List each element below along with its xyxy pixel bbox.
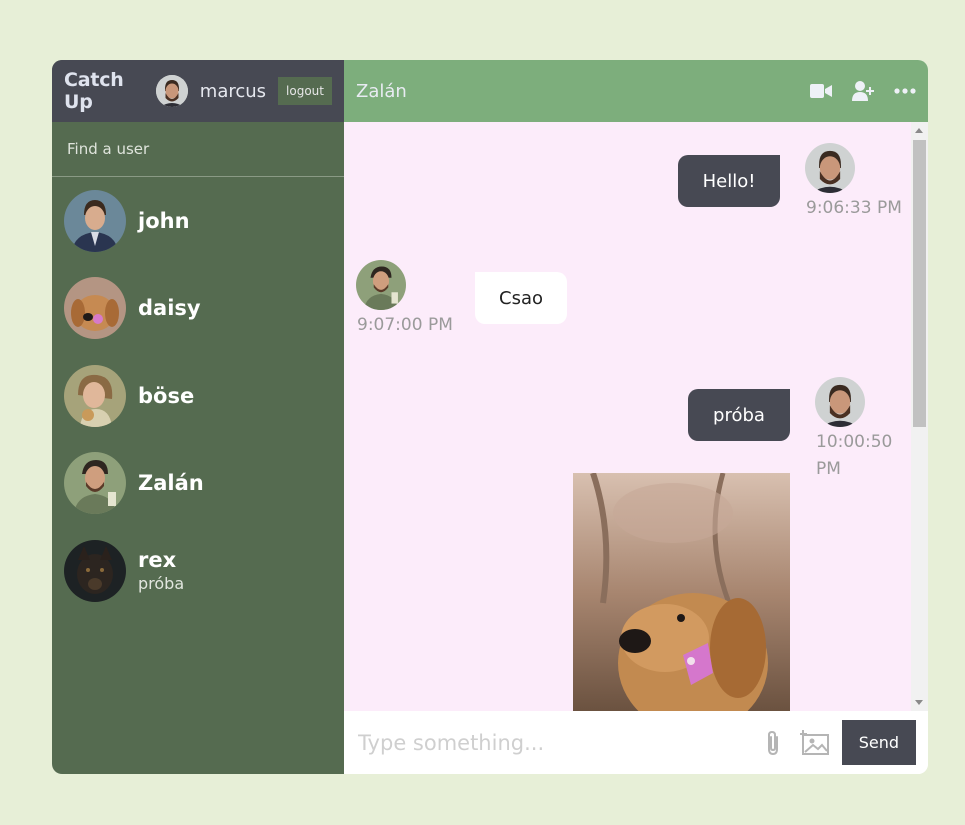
navbar: Catch Up marcus logout xyxy=(52,60,344,122)
message-avatar xyxy=(805,143,855,193)
user-name: daisy xyxy=(138,296,201,321)
user-item-john[interactable]: john xyxy=(52,177,344,265)
message-input[interactable] xyxy=(358,730,764,755)
user-item-daisy[interactable]: daisy xyxy=(52,265,344,353)
user-item-rex[interactable]: rex próba xyxy=(52,527,344,615)
message-image[interactable] xyxy=(573,473,790,711)
message-time: 9:07:00 PM xyxy=(357,315,453,335)
user-search-input[interactable] xyxy=(67,140,329,158)
message-avatar xyxy=(356,260,406,310)
app-logo: Catch Up xyxy=(64,69,124,113)
message-avatar xyxy=(815,377,865,427)
message-time: 10:00:50 PM xyxy=(816,429,892,483)
current-user: marcus logout xyxy=(155,75,332,107)
scroll-down-arrow-icon[interactable] xyxy=(915,700,923,705)
current-user-avatar xyxy=(155,75,188,107)
image-upload-icon[interactable] xyxy=(799,729,830,756)
message-time-line: PM xyxy=(816,459,841,479)
user-name: john xyxy=(138,208,190,233)
message-bubble: Csao xyxy=(475,272,567,324)
message-input-bar: Send xyxy=(344,711,928,774)
message-scrollbar[interactable] xyxy=(911,122,928,711)
user-name: rex xyxy=(138,548,177,573)
sidebar: Catch Up marcus logout Find a user john … xyxy=(52,60,344,774)
user-avatar xyxy=(64,189,126,252)
message-bubble: próba xyxy=(688,389,790,441)
paperclip-icon[interactable] xyxy=(764,729,782,757)
more-icon[interactable] xyxy=(894,88,916,94)
user-name: Zalán xyxy=(138,471,204,496)
user-item-bose[interactable]: böse xyxy=(52,352,344,440)
message-time-line: 10:00:50 xyxy=(816,432,893,452)
user-avatar xyxy=(64,539,126,602)
chat-actions xyxy=(810,81,916,101)
user-avatar xyxy=(64,277,126,340)
chat-app: Catch Up marcus logout Find a user john … xyxy=(52,60,928,774)
logout-button[interactable]: logout xyxy=(278,77,332,105)
user-name: böse xyxy=(138,383,195,408)
user-avatar xyxy=(64,364,126,427)
send-button[interactable]: Send xyxy=(841,720,916,765)
message-bubble: Hello! xyxy=(678,155,780,207)
user-search xyxy=(52,122,344,177)
chat-panel: Zalán Hello! 9:06:33 PM Csao 9:07:00 PM … xyxy=(344,60,928,774)
scroll-thumb[interactable] xyxy=(913,140,926,427)
add-user-icon[interactable] xyxy=(852,81,874,101)
chat-header: Zalán xyxy=(344,60,928,122)
message-time: 9:06:33 PM xyxy=(806,198,902,218)
user-avatar xyxy=(64,452,126,515)
current-user-name: marcus xyxy=(199,80,267,102)
message-list[interactable]: Hello! 9:06:33 PM Csao 9:07:00 PM próba … xyxy=(344,122,928,711)
chat-contact-name: Zalán xyxy=(356,80,407,102)
user-last-message: próba xyxy=(138,574,185,594)
user-list: john daisy böse Zalán rex próba xyxy=(52,177,344,774)
user-item-zalan[interactable]: Zalán xyxy=(52,440,344,528)
scroll-up-arrow-icon[interactable] xyxy=(915,128,923,133)
video-camera-icon[interactable] xyxy=(810,83,832,99)
